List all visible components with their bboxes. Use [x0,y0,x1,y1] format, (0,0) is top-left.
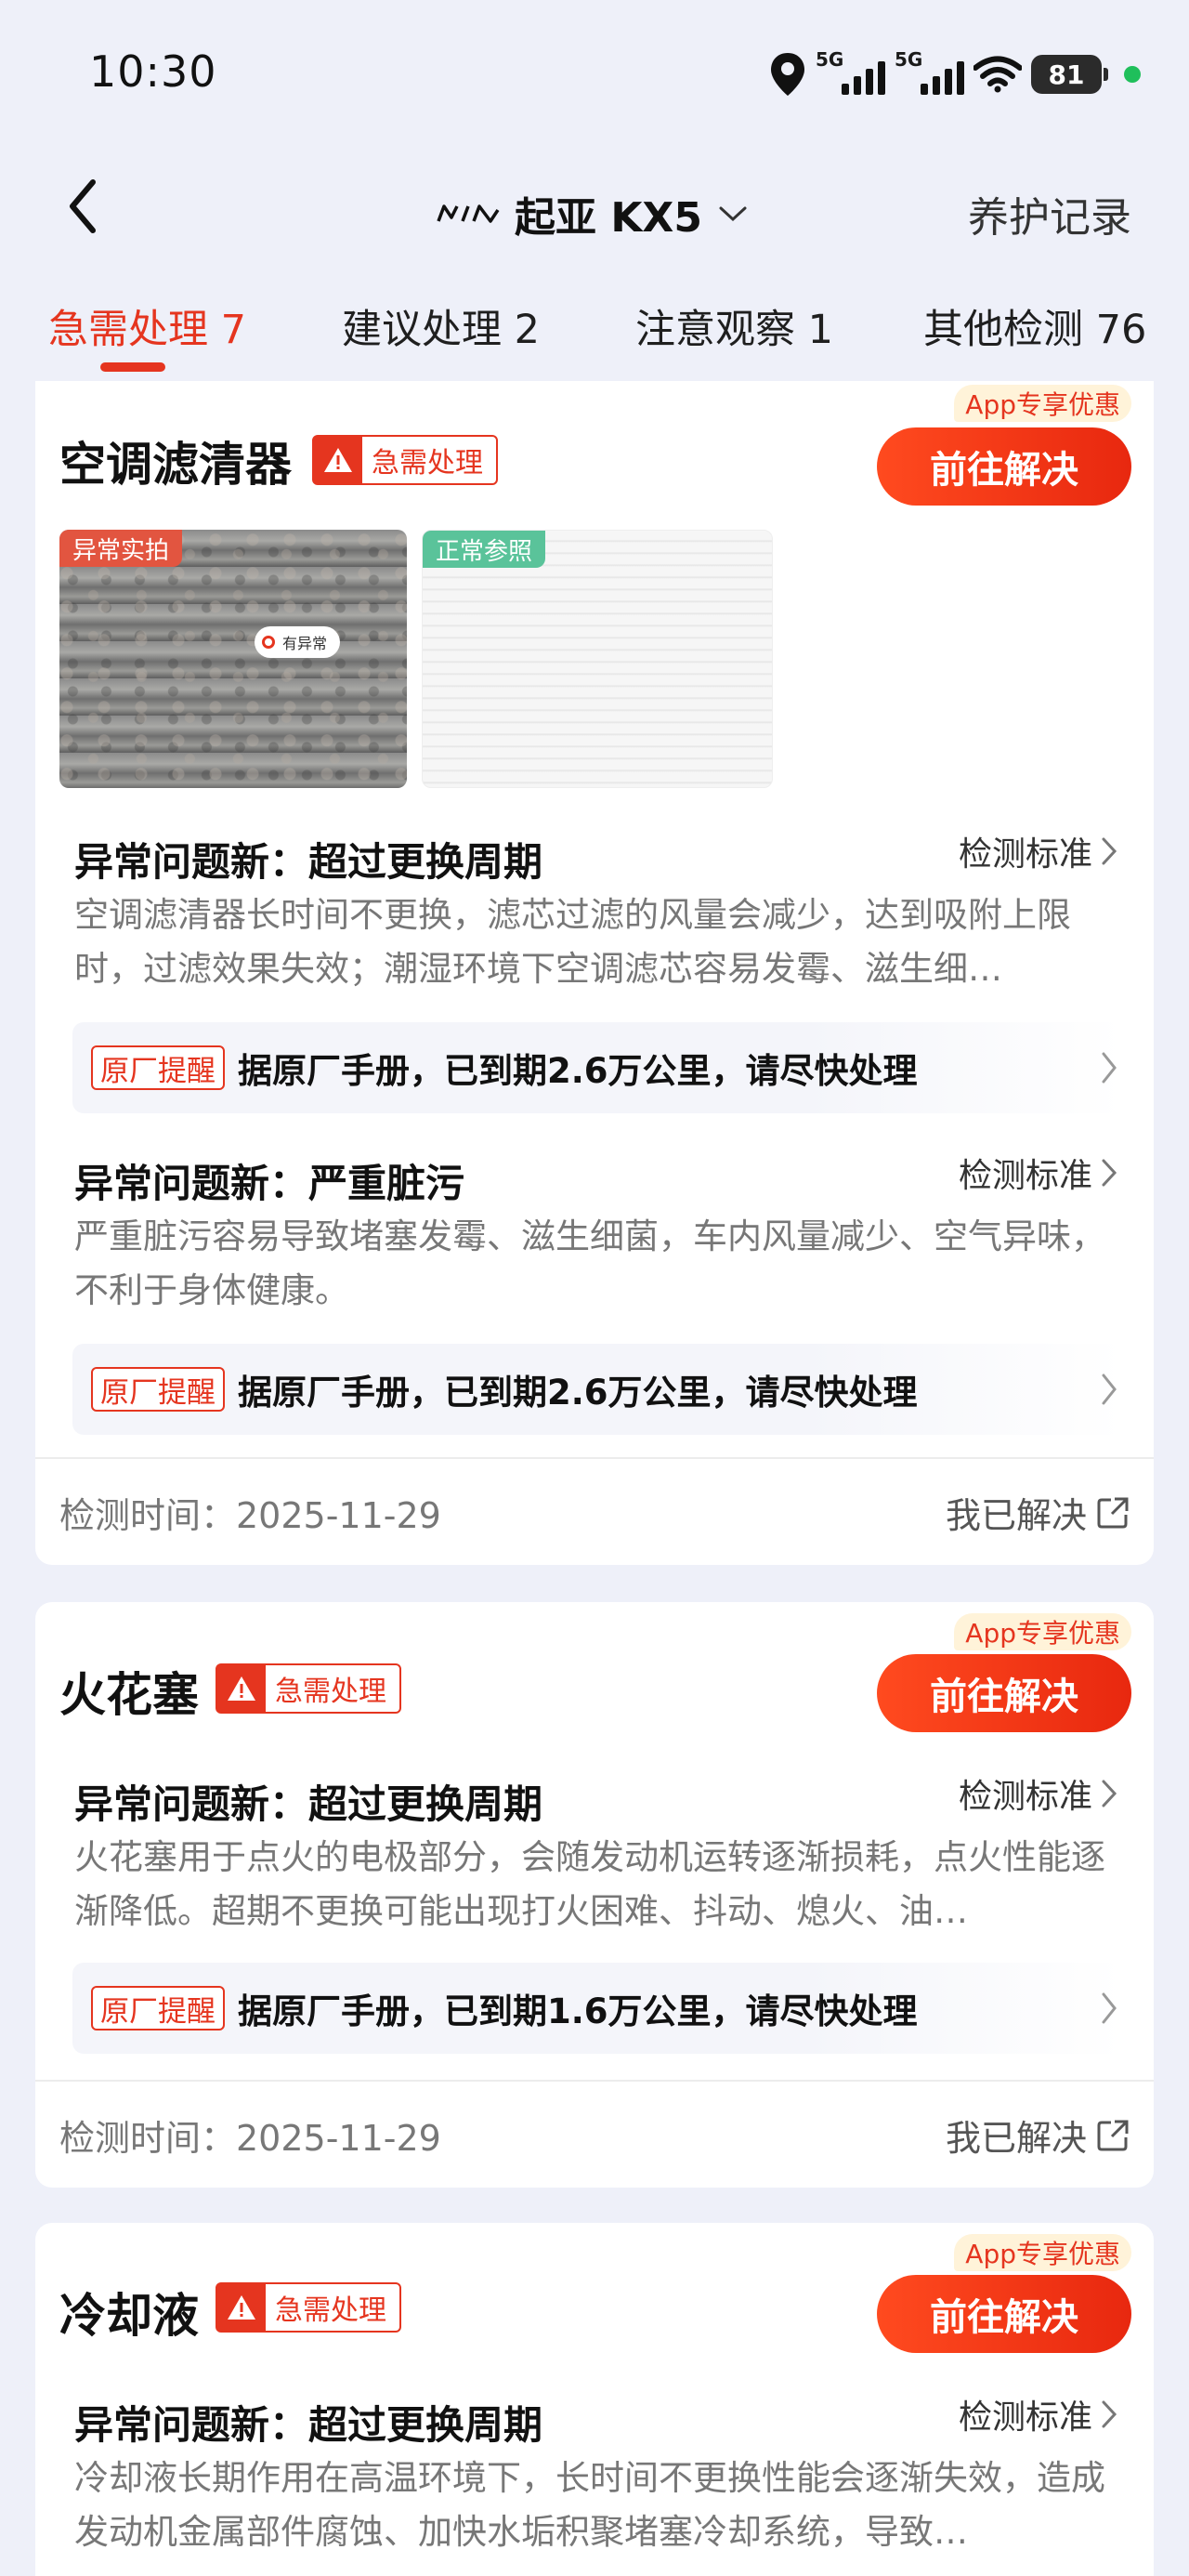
network-type-1: 5G [816,48,844,71]
chevron-right-icon [1102,2400,1117,2428]
status-time: 10:30 [89,46,217,97]
abnormal-photo-label: 异常实拍 [59,530,183,567]
issue-title: 异常问题新：超过更换周期 [74,2402,543,2448]
issue-description: 火花塞用于点火的电极部分，会随发动机运转逐渐损耗，点火性能逐渐降低。超期不更换可… [74,1837,1105,1931]
privacy-indicator-dot [1124,66,1141,83]
detection-standard-label: 检测标准 [958,2399,1092,2437]
battery-icon: 81 [1031,55,1108,94]
urgent-badge: 急需处理 [216,1663,401,1714]
marker-dot-icon [262,636,275,649]
network-type-2: 5G [895,48,923,71]
normal-reference-photo[interactable]: 正常参照 [422,530,773,788]
app-promo-badge: App专享优惠 [954,385,1131,422]
mark-solved-button[interactable]: 我已解决 [946,1487,1130,1538]
issue-title: 异常问题新：严重脏污 [74,1161,465,1206]
urgent-badge-label: 急需处理 [275,1676,386,1708]
mark-solved-label: 我已解决 [945,1495,1087,1536]
issue-description: 冷却液长期作用在高温环境下，长时间不更换性能会逐渐失效，造成发动机金属部件腐蚀、… [74,2458,1105,2552]
inspection-card: 冷却液 急需处理 App专享优惠 前往解决 异常问题新：超过更换周期 检测标准 … [35,2223,1154,2576]
inspection-card: 空调滤清器 急需处理 App专享优惠 前往解决 异常实拍 有异常 正常参照 异常… [35,381,1154,1565]
inspection-card: 火花塞 急需处理 App专享优惠 前往解决 异常问题新：超过更换周期 检测标准 … [35,1602,1154,2188]
chevron-right-icon [1102,1992,1117,2024]
urgent-badge-label: 急需处理 [372,447,483,480]
oem-reminder-row[interactable]: 原厂提醒 据原厂手册，已到期2.6万公里，请尽快处理 [72,1022,1122,1113]
status-icons: 5G 5G 81 [769,48,1141,100]
oem-reminder-text: 据原厂手册，已到期1.6万公里，请尽快处理 [238,1991,918,2031]
app-promo-badge: App专享优惠 [954,2234,1131,2271]
chevron-right-icon [1102,1373,1117,1405]
tab-observe[interactable]: 注意观察 1 [635,297,833,355]
warning-icon [217,1665,266,1712]
oem-reminder-text: 据原厂手册，已到期2.6万公里，请尽快处理 [238,1373,918,1413]
detection-standard-link[interactable]: 检测标准 [959,2390,1118,2438]
chevron-down-icon [719,206,747,222]
chevron-right-icon [1102,1052,1117,1084]
back-arrow-icon[interactable] [58,173,113,240]
normal-photo-label: 正常参照 [423,531,546,568]
signal-icon-2: 5G [895,48,964,95]
abnormal-marker-text: 有异常 [282,635,328,652]
kia-logo-icon [437,204,500,223]
go-solve-button[interactable]: 前往解决 [877,1654,1131,1732]
issue-title: 异常问题新：超过更换周期 [74,839,543,885]
chevron-right-icon [1102,1780,1117,1807]
oem-reminder-tag: 原厂提醒 [91,1986,225,2031]
oem-reminder-text: 据原厂手册，已到期2.6万公里，请尽快处理 [238,1051,918,1091]
chevron-right-icon [1102,837,1117,865]
detection-standard-link[interactable]: 检测标准 [959,827,1118,875]
urgent-badge-label: 急需处理 [275,2294,386,2327]
card-title: 火花塞 [59,1668,199,1722]
issue-description: 空调滤清器长时间不更换，滤芯过滤的风量会减少，达到吸附上限时，过滤效果失效；潮湿… [74,895,1071,989]
oem-reminder-tag: 原厂提醒 [91,1045,225,1090]
detection-standard-link[interactable]: 检测标准 [959,1769,1118,1818]
top-nav: 起亚 KX5 养护记录 [0,158,1189,260]
abnormal-photo[interactable]: 异常实拍 有异常 [59,530,407,788]
detection-standard-label: 检测标准 [958,1157,1092,1195]
external-link-icon [1097,2120,1129,2150]
detection-standard-link[interactable]: 检测标准 [959,1149,1118,1197]
detection-standard-label: 检测标准 [958,835,1092,874]
vehicle-selector[interactable]: 起亚 KX5 [437,184,749,243]
oem-reminder-row[interactable]: 原厂提醒 据原厂手册，已到期2.6万公里，请尽快处理 [72,1344,1122,1435]
status-bar: 10:30 5G 5G 81 [0,0,1189,139]
active-tab-indicator [100,362,165,372]
abnormal-marker: 有异常 [255,626,341,658]
urgent-badge: 急需处理 [312,435,498,485]
warning-icon [217,2284,266,2331]
mark-solved-label: 我已解决 [945,2118,1087,2159]
signal-icon-1: 5G [816,48,885,95]
go-solve-button[interactable]: 前往解决 [877,2275,1131,2353]
mark-solved-button[interactable]: 我已解决 [946,2109,1130,2161]
urgent-badge: 急需处理 [216,2282,401,2333]
vehicle-name: 起亚 KX5 [515,194,702,242]
tab-other[interactable]: 其他检测 76 [923,297,1146,355]
card-title: 冷却液 [59,2289,199,2343]
oem-reminder-tag: 原厂提醒 [91,1367,225,1412]
card-divider [35,1457,1154,1459]
card-divider [35,2080,1154,2082]
category-tabs: 急需处理 7 建议处理 2 注意观察 1 其他检测 76 [0,297,1189,372]
tab-urgent[interactable]: 急需处理 7 [48,297,246,355]
card-title: 空调滤清器 [59,438,292,492]
go-solve-button[interactable]: 前往解决 [877,427,1131,506]
issue-title: 异常问题新：超过更换周期 [74,1781,543,1827]
maintenance-record-link[interactable]: 养护记录 [968,184,1131,243]
tab-suggested[interactable]: 建议处理 2 [342,297,540,355]
external-link-icon [1097,1497,1129,1528]
oem-reminder-row[interactable]: 原厂提醒 据原厂手册，已到期1.6万公里，请尽快处理 [72,1963,1122,2054]
chevron-right-icon [1102,1159,1117,1187]
detection-time: 检测时间：2025-11-29 [59,2118,441,2159]
app-promo-badge: App专享优惠 [954,1613,1131,1650]
warning-icon [314,437,362,483]
wifi-icon [973,56,1022,93]
detection-time: 检测时间：2025-11-29 [59,1495,441,1536]
location-icon [771,53,804,96]
issue-description: 严重脏污容易导致堵塞发霉、滋生细菌，车内风量减少、空气异味，不利于身体健康。 [74,1216,1105,1310]
detection-standard-label: 检测标准 [958,1778,1092,1816]
